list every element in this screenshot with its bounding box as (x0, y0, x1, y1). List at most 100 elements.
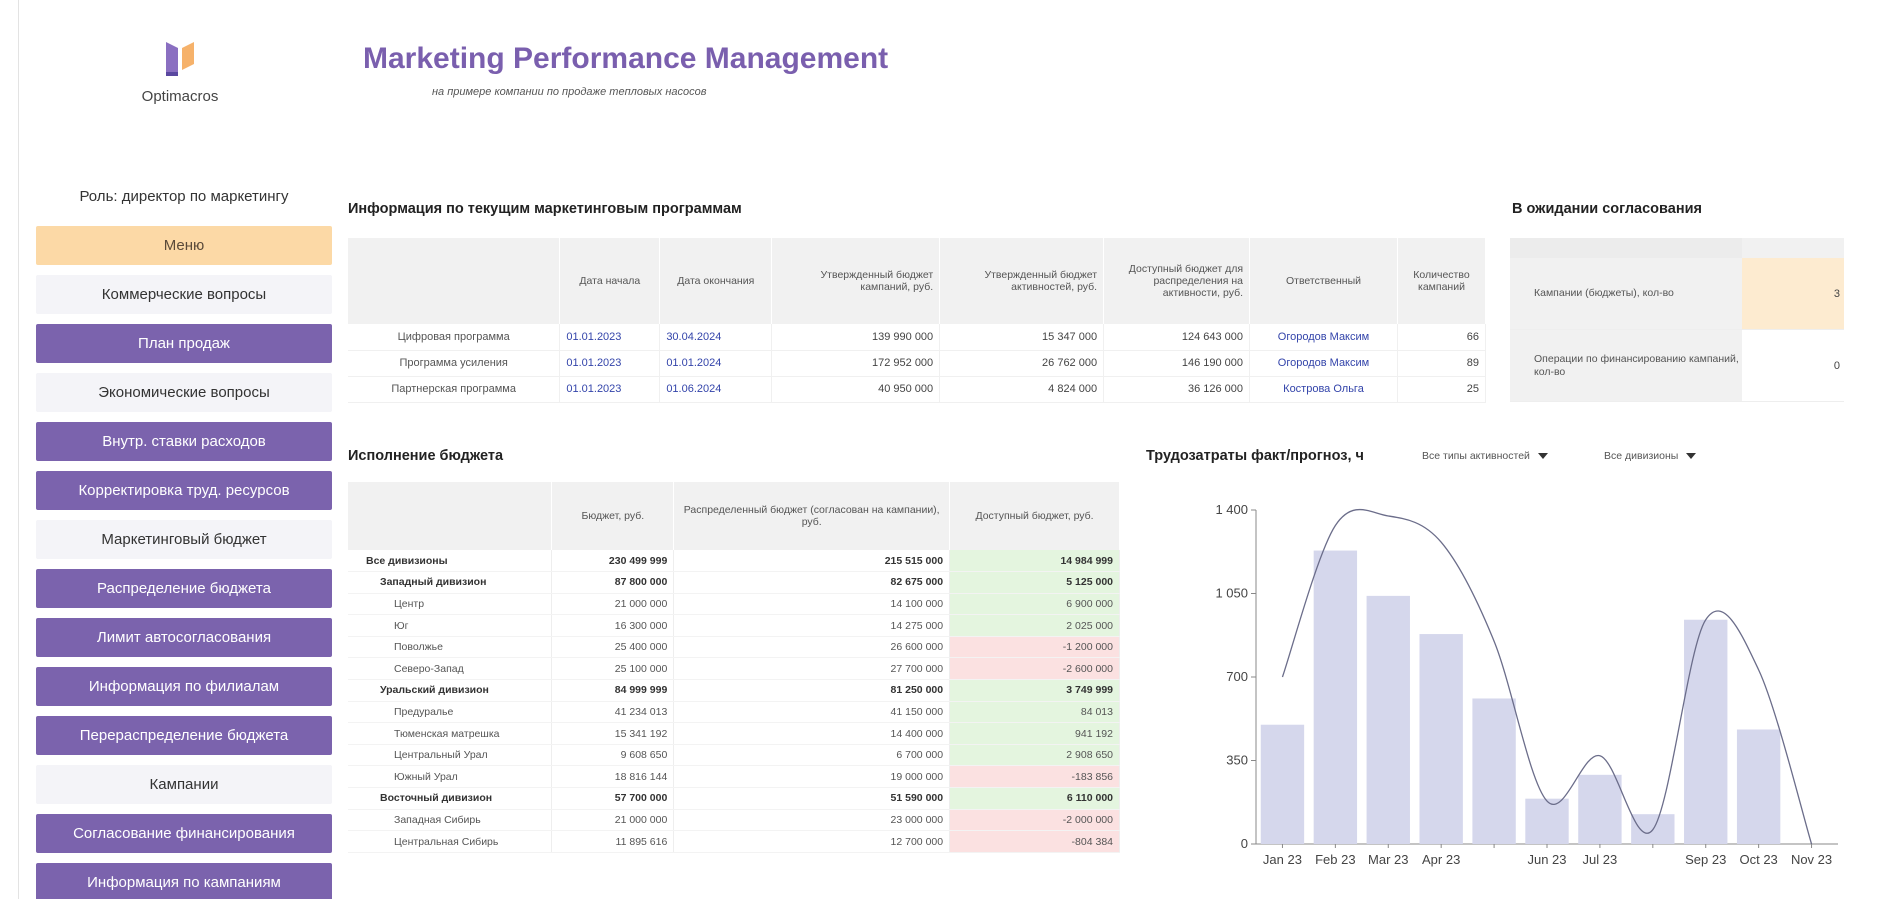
optimacros-logo-icon (166, 42, 194, 76)
budget-budget: 57 700 000 (551, 787, 675, 810)
sidebar-item-3[interactable]: Экономические вопросы (36, 373, 332, 412)
x-tick-label: Feb 23 (1315, 852, 1355, 867)
table-row: Предуралье 41 234 013 41 150 000 84 013 (348, 701, 1120, 724)
division-name: Центр (348, 593, 553, 616)
division-filter[interactable]: Все дивизионы (1604, 450, 1697, 462)
pending-value[interactable]: 0 (1742, 330, 1844, 401)
page-title: Marketing Performance Management (363, 42, 889, 75)
sidebar-item-label: Экономические вопросы (98, 384, 270, 401)
programs-column-header: Доступный бюджет для распределения на ак… (1103, 238, 1251, 324)
x-tick-label: Sep 23 (1685, 852, 1726, 867)
sidebar-item-12[interactable]: Согласование финансирования (36, 814, 332, 853)
budget-column-header: Доступный бюджет, руб. (949, 482, 1120, 550)
chart-bar (1578, 774, 1622, 844)
sidebar-item-4[interactable]: Внутр. ставки расходов (36, 422, 332, 461)
sidebar-item-7[interactable]: Распределение бюджета (36, 569, 332, 608)
program-date-link[interactable]: 30.04.2024 (659, 324, 773, 351)
sidebar-item-label: Коммерческие вопросы (101, 286, 267, 303)
y-tick-label: 1 050 (1215, 586, 1248, 601)
programs-column-header: Ответственный (1249, 238, 1398, 324)
sidebar-item-8[interactable]: Лимит автосогласования (36, 618, 332, 657)
sidebar-item-9[interactable]: Информация по филиалам (36, 667, 332, 706)
budget-column-header: Бюджет, руб. (551, 482, 675, 550)
y-tick-label: 1 400 (1215, 502, 1248, 517)
budget-distributed: 27 700 000 (673, 657, 951, 681)
table-row: Все дивизионы 230 499 999 215 515 000 14 98… (348, 550, 1120, 573)
program-value: 124 643 000 (1103, 324, 1251, 351)
responsible-link[interactable]: Огородов Максим (1249, 324, 1398, 351)
x-tick-label: Jul 23 (1583, 852, 1618, 867)
sidebar-item-5[interactable]: Корректировка труд. ресурсов (36, 471, 332, 510)
budget-available: 941 192 (949, 722, 1120, 745)
program-value: 36 126 000 (1103, 376, 1251, 403)
program-name: Партнерская программа (348, 376, 561, 403)
program-date-link[interactable]: 01.01.2023 (559, 350, 661, 377)
sidebar-item-label: Перераспределение бюджета (79, 727, 289, 744)
responsible-link[interactable]: Кострова Ольга (1249, 376, 1398, 403)
budget-distributed: 82 675 000 (673, 571, 951, 594)
y-tick-label: 700 (1226, 669, 1248, 684)
budget-available: -1 200 000 (949, 636, 1120, 659)
pending-row: Операции по финансированию кампаний, кол… (1510, 330, 1844, 402)
table-row: Центр 21 000 000 14 100 000 6 900 000 (348, 593, 1120, 616)
chart-bar (1260, 724, 1305, 844)
program-name: Программа усиления (348, 350, 561, 377)
program-value: 66 (1397, 324, 1487, 351)
forecast-line (1281, 508, 1813, 845)
budget-distributed: 14 275 000 (673, 614, 951, 637)
brand-logo: Optimacros (120, 34, 240, 105)
sidebar-item-6[interactable]: Маркетинговый бюджет (36, 520, 332, 559)
program-value: 15 347 000 (939, 324, 1105, 351)
x-tick-label: Jan 23 (1263, 852, 1302, 867)
budget-available: 6 110 000 (949, 787, 1120, 810)
sidebar-item-1[interactable]: Коммерческие вопросы (36, 275, 332, 314)
x-tick-label: Apr 23 (1422, 852, 1460, 867)
budget-distributed: 26 600 000 (673, 636, 951, 659)
table-row: Программа усиления 01.01.2023 01.01.2024 17… (348, 350, 1487, 377)
pending-value[interactable]: 3 (1742, 258, 1844, 329)
brand-name: Optimacros (141, 88, 219, 105)
budget-distributed: 23 000 000 (673, 809, 951, 832)
sidebar-item-0[interactable]: Меню (36, 226, 332, 265)
chart-bar (1684, 619, 1728, 844)
budget-budget: 9 608 650 (551, 744, 675, 767)
budget-distributed: 14 100 000 (673, 593, 951, 616)
sidebar-item-2[interactable]: План продаж (36, 324, 332, 363)
program-date-link[interactable]: 01.01.2023 (559, 376, 661, 403)
pending-row: Кампании (бюджеты), кол-во 3 (1510, 258, 1844, 330)
budget-budget: 11 895 616 (551, 830, 675, 853)
programs-column-header: Дата окончания (659, 238, 773, 324)
page-subtitle: на примере компании по продаже тепловых … (432, 86, 707, 98)
sidebar-item-11[interactable]: Кампании (36, 765, 332, 804)
activity-type-filter[interactable]: Все типы активностей (1422, 450, 1548, 462)
budget-distributed: 41 150 000 (673, 701, 951, 724)
table-row: Поволжье 25 400 000 26 600 000 -1 200 000 (348, 636, 1120, 659)
budget-available: 84 013 (949, 701, 1120, 724)
budget-available: -183 856 (949, 765, 1120, 789)
program-date-link[interactable]: 01.01.2023 (559, 324, 661, 351)
x-tick-label: Oct 23 (1739, 852, 1777, 867)
budget-available: 2 025 000 (949, 614, 1120, 637)
program-value: 172 952 000 (771, 350, 941, 377)
budget-distributed: 12 700 000 (673, 830, 951, 853)
program-date-link[interactable]: 01.01.2024 (659, 350, 773, 377)
division-name: Поволжье (348, 636, 553, 659)
division-name: Западный дивизион (348, 571, 553, 594)
division-name: Центральный Урал (348, 744, 553, 767)
budget-budget: 16 300 000 (551, 614, 675, 637)
chart-bar (1472, 698, 1516, 844)
table-row: Центральная Сибирь 11 895 616 12 700 000 -8… (348, 830, 1120, 853)
chevron-down-icon (1537, 453, 1548, 459)
budget-distributed: 215 515 000 (673, 550, 951, 573)
pending-header (1510, 238, 1844, 258)
budget-title: Исполнение бюджета (348, 448, 504, 464)
program-value: 26 762 000 (939, 350, 1105, 377)
labor-chart-title: Трудозатраты факт/прогноз, ч (1146, 448, 1364, 464)
program-date-link[interactable]: 01.06.2024 (659, 376, 773, 403)
sidebar-item-10[interactable]: Перераспределение бюджета (36, 716, 332, 755)
budget-table: Бюджет, руб. Распределенный бюджет (согла… (348, 482, 1120, 853)
chart-bar (1525, 798, 1569, 844)
sidebar-item-13[interactable]: Информация по кампаниям (36, 863, 332, 899)
left-divider (18, 0, 19, 899)
responsible-link[interactable]: Огородов Максим (1249, 350, 1398, 377)
